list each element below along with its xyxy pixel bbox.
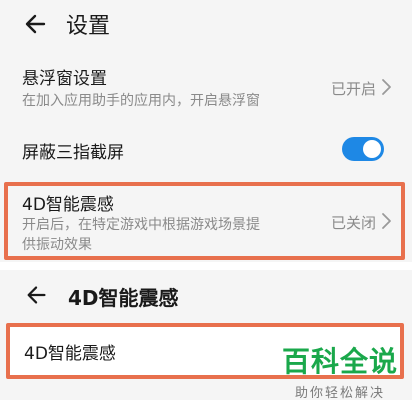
- watermark-sub: 助你轻松解决: [294, 386, 385, 400]
- page-title: 设置: [66, 14, 111, 39]
- row-subtitle: 在加入应用助手的应用内，开启悬浮窗: [22, 93, 260, 109]
- settings-screen: 设置 悬浮窗设置 在加入应用助手的应用内，开启悬浮窗 已开启 屏蔽三指截屏 4D…: [0, 0, 412, 262]
- three-finger-screenshot-toggle[interactable]: [342, 137, 384, 161]
- row-value: 已关闭: [330, 214, 376, 232]
- settings-header: 设置: [0, 0, 412, 50]
- row-value: 已开启: [330, 80, 376, 98]
- back-arrow-icon[interactable]: [22, 10, 50, 38]
- 4d-vibration-row[interactable]: 4D智能震感 开启后，在特定游戏中根据游戏场景提 供振动效果 已关闭: [0, 186, 412, 258]
- chevron-right-icon: [382, 213, 391, 229]
- screenshot-divider: [0, 262, 412, 270]
- floating-window-settings-row[interactable]: 悬浮窗设置 在加入应用助手的应用内，开启悬浮窗 已开启: [0, 56, 412, 122]
- chevron-right-icon: [382, 79, 391, 95]
- back-arrow-icon[interactable]: [24, 282, 50, 308]
- row-title: 4D智能震感: [22, 195, 114, 215]
- toggle-knob: [363, 140, 381, 158]
- row-title: 屏蔽三指截屏: [22, 143, 124, 163]
- item-label: 4D智能震感: [24, 344, 116, 364]
- row-subtitle-line1: 开启后，在特定游戏中根据游戏场景提: [22, 217, 260, 233]
- row-subtitle-line2: 供振动效果: [22, 237, 92, 253]
- watermark: 百科全说 助你轻松解决: [282, 340, 398, 400]
- page-title: 4D智能震感: [68, 286, 179, 310]
- watermark-main: 百科全说: [281, 345, 398, 378]
- row-title: 悬浮窗设置: [22, 69, 107, 89]
